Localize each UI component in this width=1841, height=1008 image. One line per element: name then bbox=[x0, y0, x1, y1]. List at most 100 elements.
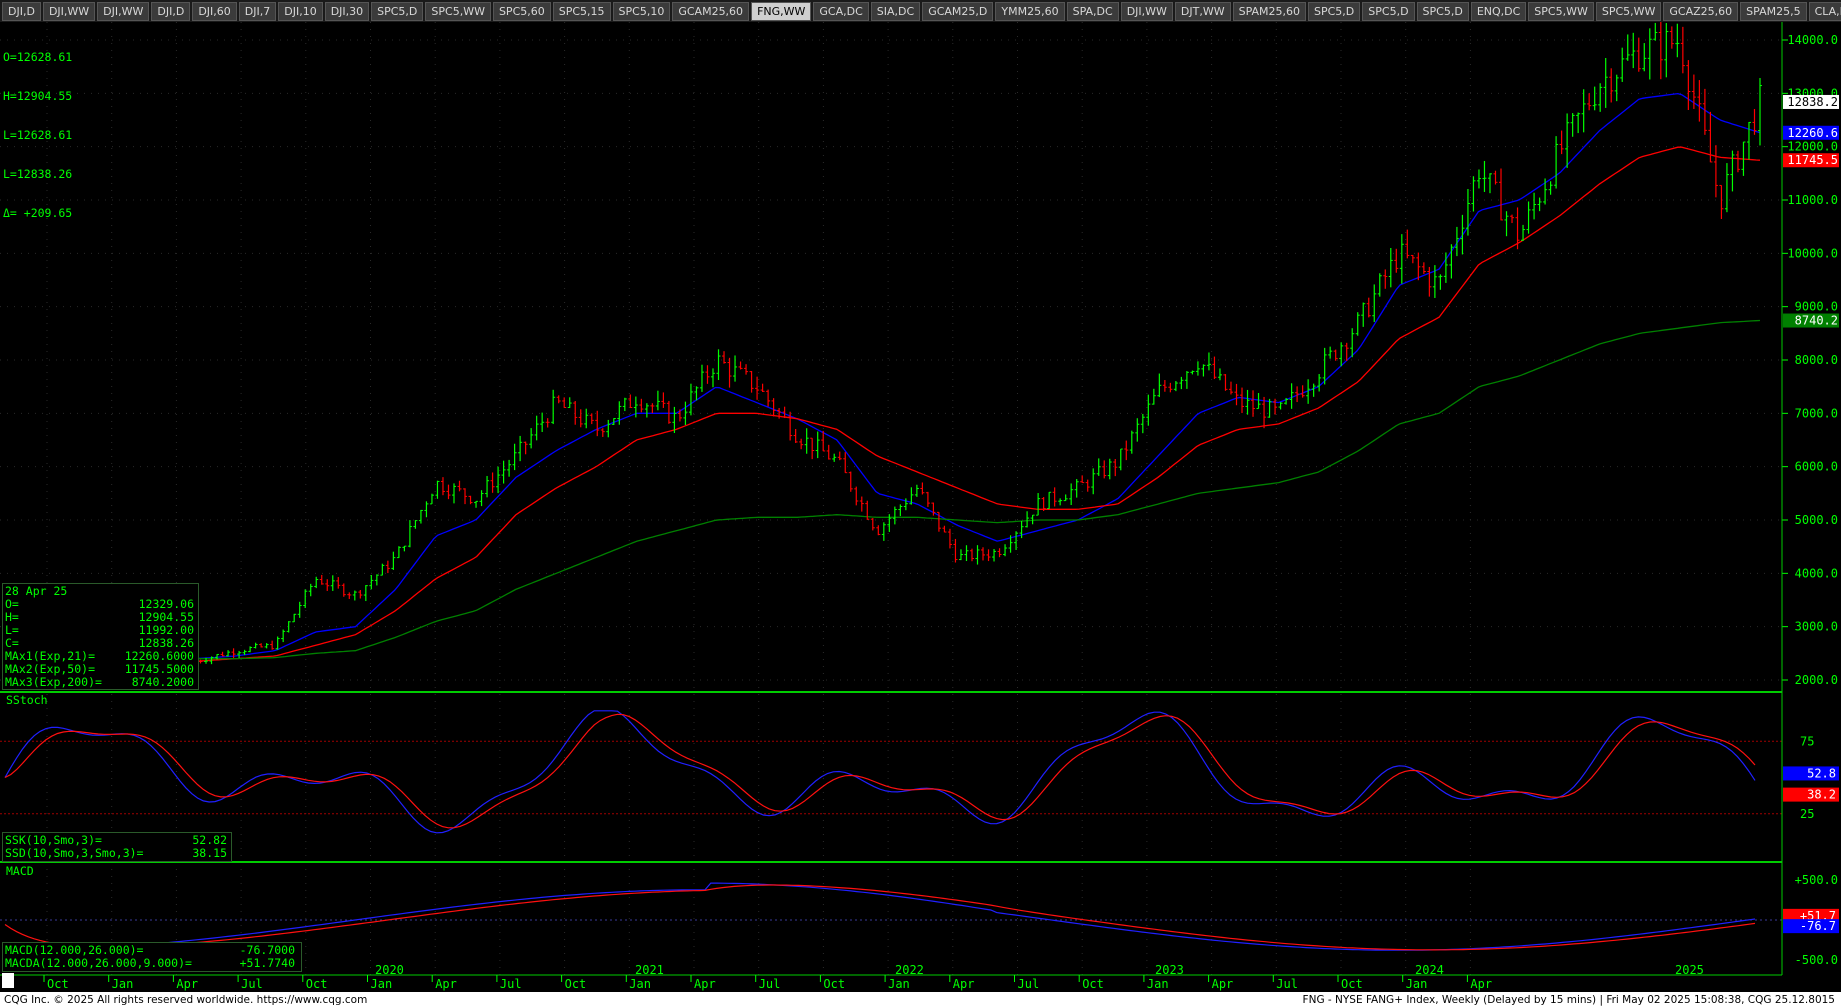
symbol-tab[interactable]: SPC5,D bbox=[1362, 1, 1415, 21]
symbol-tab[interactable]: DJI,30 bbox=[324, 1, 370, 21]
macd-tick-label: +500.0 bbox=[1795, 873, 1838, 887]
symbol-tab[interactable]: SPC5,WW bbox=[1595, 1, 1662, 21]
macd-title: MACD bbox=[6, 864, 34, 878]
symbol-tab[interactable]: SPC5,WW bbox=[1528, 1, 1594, 21]
year-label: 2021 bbox=[635, 963, 664, 977]
stoch-title: SStoch bbox=[6, 693, 48, 707]
price-tick-label: 2000.0 bbox=[1795, 673, 1838, 687]
price-chart[interactable]: 752552.838.2 +500.0-500.0+51.7-76.7 1400… bbox=[0, 22, 1841, 992]
databox-row-label: MAx2(Exp,50)= bbox=[5, 662, 96, 676]
month-label: Apr bbox=[1212, 977, 1234, 991]
month-label: Apr bbox=[176, 977, 198, 991]
month-label: Jul bbox=[241, 977, 263, 991]
month-label: Oct bbox=[306, 977, 328, 991]
symbol-tab[interactable]: DJI,7 bbox=[238, 1, 277, 21]
symbol-tab[interactable]: YMM25,60 bbox=[995, 1, 1065, 21]
ohlc-high: H=12904.55 bbox=[3, 89, 73, 103]
price-tag-label: 12260.6 bbox=[1787, 126, 1838, 140]
symbol-tab[interactable]: DJI,WW bbox=[1120, 1, 1173, 21]
month-label: Apr bbox=[694, 977, 716, 991]
symbol-tab[interactable]: DJI,WW bbox=[97, 1, 150, 21]
symbol-tab[interactable]: SPC5,D bbox=[371, 1, 424, 21]
month-label: Oct bbox=[47, 977, 69, 991]
month-label: Jul bbox=[500, 977, 522, 991]
price-tick-label: 11000.0 bbox=[1787, 193, 1838, 207]
ssd-value: 38.15 bbox=[192, 846, 227, 860]
symbol-tab[interactable]: SPC5,D bbox=[1308, 1, 1361, 21]
month-label: Jan bbox=[1147, 977, 1169, 991]
symbol-tab[interactable]: SPAM25,60 bbox=[1232, 1, 1307, 21]
symbol-tab[interactable]: GCAZ25,60 bbox=[1663, 1, 1739, 21]
symbol-tab[interactable]: SIA,DC bbox=[870, 1, 921, 21]
month-label: Jan bbox=[1406, 977, 1428, 991]
symbol-tab[interactable]: DJT,WW bbox=[1174, 1, 1231, 21]
ssd-label: SSD(10,Smo,3,Smo,3)= bbox=[5, 846, 144, 860]
symbol-tab-bar: DJI,D DJI,WW DJI,WW DJI,D DJI,60 DJI,7 DJI,10 D… bbox=[0, 0, 1841, 22]
month-label: Apr bbox=[1470, 977, 1492, 991]
ohlc-open: O=12628.61 bbox=[3, 50, 73, 64]
month-label: Oct bbox=[1341, 977, 1363, 991]
symbol-tab[interactable]: DJI,10 bbox=[278, 1, 323, 21]
databox-row-label: MAx3(Exp,200)= bbox=[5, 675, 102, 689]
symbol-tab[interactable]: GCAM25,D bbox=[922, 1, 994, 21]
macda-label: MACDA(12.000,26.000,9.000)= bbox=[5, 956, 192, 970]
databox-row-label: H= bbox=[5, 610, 19, 624]
symbol-tab[interactable]: SPAM25,5 bbox=[1740, 1, 1807, 21]
symbol-tab[interactable]: CLA,DC bbox=[1808, 1, 1841, 21]
price-tick-label: 6000.0 bbox=[1795, 460, 1838, 474]
databox-row-value: 8740.2000 bbox=[131, 675, 194, 689]
price-tick-label: 12000.0 bbox=[1787, 140, 1838, 154]
stoch-tick-label: 25 bbox=[1800, 807, 1814, 821]
year-label: 2020 bbox=[375, 963, 404, 977]
symbol-tab[interactable]: GCAM25,60 bbox=[672, 1, 750, 21]
symbol-tab[interactable]: SPC5,WW bbox=[425, 1, 491, 21]
symbol-tab[interactable]: GCA,DC bbox=[813, 1, 869, 21]
month-label: Jan bbox=[112, 977, 134, 991]
symbol-tab[interactable]: SPC5,10 bbox=[612, 1, 671, 21]
macd-readout: MACD(12.000,26.000)= -76.7000 MACDA(12.0… bbox=[2, 942, 302, 972]
price-tick-label: 8000.0 bbox=[1795, 353, 1838, 367]
symbol-tab[interactable]: SPC5,60 bbox=[492, 1, 551, 21]
symbol-tab[interactable]: DJI,D bbox=[2, 1, 41, 21]
price-tag-label: 11745.5 bbox=[1787, 153, 1838, 167]
stoch-tag-label: 38.2 bbox=[1807, 788, 1836, 802]
month-label: Jan bbox=[888, 977, 910, 991]
year-label: 2022 bbox=[895, 963, 924, 977]
copyright-text: CQG Inc. © 2025 All rights reserved worl… bbox=[4, 994, 368, 1006]
stoch-tag-label: 52.8 bbox=[1807, 766, 1836, 780]
symbol-tab[interactable]: FNG,WW bbox=[751, 1, 812, 21]
price-tick-label: 10000.0 bbox=[1787, 246, 1838, 260]
symbol-tab[interactable]: DJI,WW bbox=[42, 1, 96, 21]
symbol-tab[interactable]: SPC5,15 bbox=[552, 1, 611, 21]
symbol-tab[interactable]: ENQ,DC bbox=[1470, 1, 1527, 21]
month-label: Jul bbox=[1018, 977, 1040, 991]
databox-row-label: MAx1(Exp,21)= bbox=[5, 649, 96, 663]
month-label: Oct bbox=[1082, 977, 1104, 991]
year-label: 2025 bbox=[1675, 963, 1704, 977]
ohlc-readout: O=12628.61 H=12904.55 L=12628.61 L=12838… bbox=[3, 25, 72, 233]
scroll-anchor-box[interactable] bbox=[2, 973, 14, 988]
ohlc-delta: Δ= +209.65 bbox=[3, 206, 73, 220]
month-label: Oct bbox=[823, 977, 845, 991]
symbol-tab[interactable]: DJI,D bbox=[151, 1, 191, 21]
databox-row-label: C= bbox=[5, 636, 19, 650]
chart-info-text: FNG - NYSE FANG+ Index, Weekly (Delayed … bbox=[1302, 994, 1835, 1006]
price-tick-label: 4000.0 bbox=[1795, 566, 1838, 580]
month-label: Apr bbox=[953, 977, 975, 991]
databox-row-label: O= bbox=[5, 597, 19, 611]
price-tick-label: 3000.0 bbox=[1795, 620, 1838, 634]
cursor-databox: 28 Apr 25 O= 12329.06 H= 12904.55 L= 11992.00… bbox=[2, 583, 199, 690]
price-tag-label: 8740.2 bbox=[1795, 314, 1838, 328]
macd-tick-label: -500.0 bbox=[1795, 953, 1838, 967]
macd-tag-label: -76.7 bbox=[1800, 919, 1836, 933]
month-label: Jul bbox=[1276, 977, 1298, 991]
month-label: Jan bbox=[371, 977, 393, 991]
price-tick-label: 9000.0 bbox=[1795, 300, 1838, 314]
symbol-tab[interactable]: SPA,DC bbox=[1066, 1, 1119, 21]
year-label: 2024 bbox=[1415, 963, 1444, 977]
ohlc-low: L=12628.61 bbox=[3, 128, 73, 142]
status-footer: CQG Inc. © 2025 All rights reserved worl… bbox=[0, 992, 1841, 1008]
symbol-tab[interactable]: SPC5,D bbox=[1416, 1, 1469, 21]
symbol-tab[interactable]: DJI,60 bbox=[192, 1, 237, 21]
price-tick-label: 7000.0 bbox=[1795, 406, 1838, 420]
